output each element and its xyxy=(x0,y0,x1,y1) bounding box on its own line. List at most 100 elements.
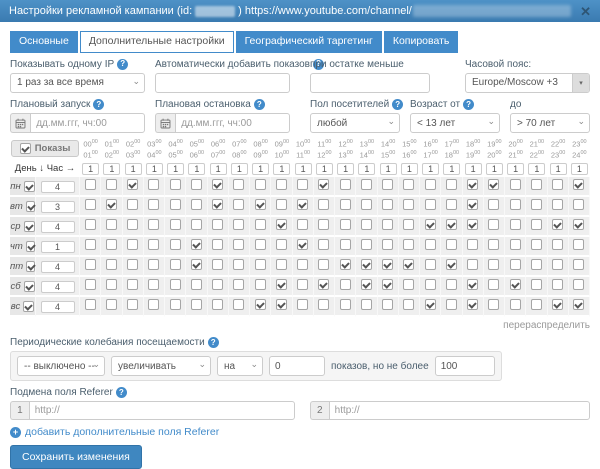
calendar-icon[interactable] xyxy=(155,113,175,133)
hour-multiplier-input-22[interactable] xyxy=(550,163,567,175)
hour-checkbox-tue-4[interactable] xyxy=(170,199,181,210)
hour-checkbox-thu-4[interactable] xyxy=(170,239,181,250)
hour-checkbox-wed-13[interactable] xyxy=(361,219,372,230)
hour-checkbox-mon-13[interactable] xyxy=(361,179,372,190)
hour-checkbox-wed-23[interactable] xyxy=(573,219,584,230)
hour-multiplier-input-13[interactable] xyxy=(358,163,375,175)
hour-checkbox-tue-3[interactable] xyxy=(148,199,159,210)
hour-checkbox-sat-23[interactable] xyxy=(573,279,584,290)
hour-checkbox-tue-5[interactable] xyxy=(191,199,202,210)
hour-checkbox-sat-2[interactable] xyxy=(127,279,138,290)
hour-multiplier-input-18[interactable] xyxy=(465,163,482,175)
hour-checkbox-tue-14[interactable] xyxy=(382,199,393,210)
hour-checkbox-fri-18[interactable] xyxy=(467,259,478,270)
hour-checkbox-thu-3[interactable] xyxy=(148,239,159,250)
day-impressions-input-mon[interactable] xyxy=(41,181,75,193)
hour-checkbox-fri-4[interactable] xyxy=(170,259,181,270)
hour-checkbox-tue-21[interactable] xyxy=(531,199,542,210)
hour-multiplier-input-7[interactable] xyxy=(231,163,248,175)
hour-checkbox-sat-5[interactable] xyxy=(191,279,202,290)
hour-multiplier-input-15[interactable] xyxy=(401,163,418,175)
hour-checkbox-mon-9[interactable] xyxy=(276,179,287,190)
hour-checkbox-wed-15[interactable] xyxy=(403,219,414,230)
hour-checkbox-fri-14[interactable] xyxy=(382,259,393,270)
hour-multiplier-input-11[interactable] xyxy=(316,163,333,175)
hour-checkbox-sat-18[interactable] xyxy=(467,279,478,290)
hour-checkbox-sat-9[interactable] xyxy=(276,279,287,290)
hour-multiplier-input-6[interactable] xyxy=(210,163,227,175)
day-impressions-input-wed[interactable] xyxy=(41,221,75,233)
hour-checkbox-sat-14[interactable] xyxy=(382,279,393,290)
day-impressions-input-sun[interactable] xyxy=(41,301,75,313)
hour-checkbox-wed-7[interactable] xyxy=(233,219,244,230)
hour-checkbox-sun-14[interactable] xyxy=(382,299,393,310)
hour-checkbox-fri-7[interactable] xyxy=(233,259,244,270)
hour-checkbox-tue-12[interactable] xyxy=(340,199,351,210)
day-checkbox-wed[interactable] xyxy=(24,221,35,232)
hour-checkbox-wed-12[interactable] xyxy=(340,219,351,230)
help-icon[interactable]: ? xyxy=(463,99,474,110)
fluctuation-direction-select[interactable]: увеличивать⌄ xyxy=(111,356,211,376)
day-checkbox-mon[interactable] xyxy=(24,181,35,192)
hour-checkbox-sat-21[interactable] xyxy=(531,279,542,290)
hour-checkbox-thu-2[interactable] xyxy=(127,239,138,250)
tab-advanced-settings[interactable]: Дополнительные настройки xyxy=(80,31,234,53)
hour-checkbox-sun-5[interactable] xyxy=(191,299,202,310)
hour-checkbox-tue-11[interactable] xyxy=(318,199,329,210)
help-icon[interactable]: ? xyxy=(208,337,219,348)
hour-checkbox-sun-10[interactable] xyxy=(297,299,308,310)
hour-checkbox-wed-17[interactable] xyxy=(446,219,457,230)
day-impressions-input-sat[interactable] xyxy=(41,281,75,293)
hour-checkbox-fri-20[interactable] xyxy=(510,259,521,270)
hour-multiplier-input-5[interactable] xyxy=(188,163,205,175)
hour-checkbox-sun-4[interactable] xyxy=(170,299,181,310)
hour-checkbox-sat-17[interactable] xyxy=(446,279,457,290)
hour-checkbox-fri-12[interactable] xyxy=(340,259,351,270)
planned-stop-input[interactable] xyxy=(175,113,290,133)
hour-checkbox-fri-22[interactable] xyxy=(552,259,563,270)
hour-checkbox-thu-5[interactable] xyxy=(191,239,202,250)
hour-checkbox-mon-22[interactable] xyxy=(552,179,563,190)
hour-checkbox-mon-3[interactable] xyxy=(148,179,159,190)
hour-checkbox-mon-12[interactable] xyxy=(340,179,351,190)
hour-multiplier-input-8[interactable] xyxy=(252,163,269,175)
hour-checkbox-wed-21[interactable] xyxy=(531,219,542,230)
hour-checkbox-sat-15[interactable] xyxy=(403,279,414,290)
hour-checkbox-sun-0[interactable] xyxy=(85,299,96,310)
hour-checkbox-wed-20[interactable] xyxy=(510,219,521,230)
hour-checkbox-mon-18[interactable] xyxy=(467,179,478,190)
hour-checkbox-thu-20[interactable] xyxy=(510,239,521,250)
hour-checkbox-sat-3[interactable] xyxy=(148,279,159,290)
timezone-select[interactable]: Europe/Moscow +3 ▾ xyxy=(465,73,590,93)
hour-checkbox-sat-13[interactable] xyxy=(361,279,372,290)
hour-checkbox-wed-9[interactable] xyxy=(276,219,287,230)
hour-checkbox-wed-14[interactable] xyxy=(382,219,393,230)
hour-checkbox-sun-12[interactable] xyxy=(340,299,351,310)
hour-checkbox-tue-15[interactable] xyxy=(403,199,414,210)
hour-checkbox-mon-23[interactable] xyxy=(573,179,584,190)
hour-checkbox-sat-6[interactable] xyxy=(212,279,223,290)
hour-checkbox-sun-8[interactable] xyxy=(255,299,266,310)
hour-multiplier-input-3[interactable] xyxy=(146,163,163,175)
hour-checkbox-thu-1[interactable] xyxy=(106,239,117,250)
hour-checkbox-fri-6[interactable] xyxy=(212,259,223,270)
tab-geo-targeting[interactable]: Географический таргетинг xyxy=(236,31,382,53)
hour-checkbox-wed-22[interactable] xyxy=(552,219,563,230)
age-from-select[interactable]: < 13 лет⌄ xyxy=(410,113,500,133)
help-icon[interactable]: ? xyxy=(392,99,403,110)
hour-checkbox-sun-16[interactable] xyxy=(425,299,436,310)
hour-multiplier-input-23[interactable] xyxy=(571,163,588,175)
day-checkbox-tue[interactable] xyxy=(26,201,35,212)
hour-checkbox-wed-8[interactable] xyxy=(255,219,266,230)
redistribute-link[interactable]: перераспределить xyxy=(10,320,590,331)
help-icon[interactable]: ? xyxy=(254,99,265,110)
hour-checkbox-thu-19[interactable] xyxy=(488,239,499,250)
help-icon[interactable]: ? xyxy=(116,387,127,398)
hour-multiplier-input-10[interactable] xyxy=(295,163,312,175)
hour-checkbox-sun-11[interactable] xyxy=(318,299,329,310)
hour-checkbox-fri-21[interactable] xyxy=(531,259,542,270)
hour-multiplier-input-4[interactable] xyxy=(167,163,184,175)
hour-checkbox-sun-23[interactable] xyxy=(573,299,584,310)
hour-checkbox-tue-16[interactable] xyxy=(425,199,436,210)
hour-checkbox-fri-13[interactable] xyxy=(361,259,372,270)
